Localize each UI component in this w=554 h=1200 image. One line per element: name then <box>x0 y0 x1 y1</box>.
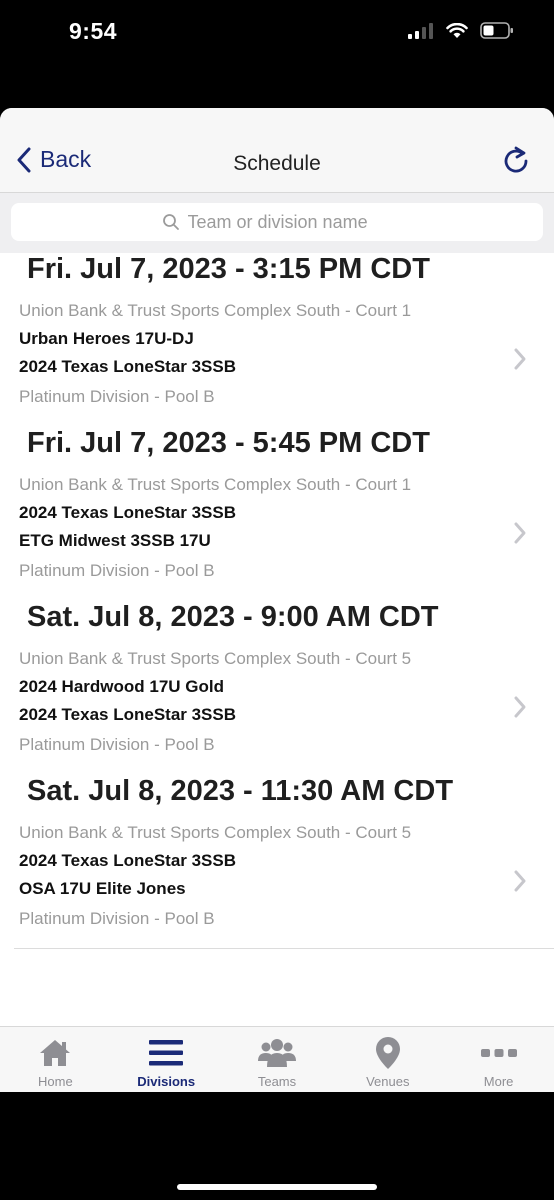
game-section: Sat. Jul 8, 2023 - 11:30 AM CDT Union Ba… <box>0 775 554 949</box>
wifi-icon <box>446 22 468 38</box>
game-row[interactable]: Union Bank & Trust Sports Complex South … <box>0 293 554 427</box>
cellular-signal-icon <box>408 22 433 39</box>
page-title: Schedule <box>233 152 321 175</box>
game-team-1: Urban Heroes 17U-DJ <box>19 329 194 348</box>
game-team-1: 2024 Hardwood 17U Gold <box>19 677 224 696</box>
ellipsis-icon <box>480 1049 517 1057</box>
tab-home[interactable]: Home <box>0 1027 111 1092</box>
game-division: Platinum Division - Pool B <box>19 909 215 928</box>
game-division: Platinum Division - Pool B <box>19 387 215 406</box>
tab-divisions-label: Divisions <box>137 1074 196 1089</box>
game-date-header: Fri. Jul 7, 2023 - 5:45 PM CDT <box>27 427 430 459</box>
game-venue: Union Bank & Trust Sports Complex South … <box>19 823 412 842</box>
tab-venues-label: Venues <box>366 1074 410 1089</box>
search-bar <box>0 193 554 253</box>
tab-teams[interactable]: Teams <box>222 1027 333 1092</box>
game-venue: Union Bank & Trust Sports Complex South … <box>19 475 412 494</box>
game-date-header: Sat. Jul 8, 2023 - 11:30 AM CDT <box>27 775 454 807</box>
game-date-header: Sat. Jul 8, 2023 - 9:00 AM CDT <box>27 601 439 633</box>
list-divider <box>14 948 554 949</box>
tab-divisions[interactable]: Divisions <box>111 1027 222 1092</box>
people-icon <box>257 1039 296 1067</box>
home-indicator <box>177 1184 377 1190</box>
tab-teams-label: Teams <box>257 1074 297 1089</box>
game-section: Fri. Jul 7, 2023 - 3:15 PM CDT Union Ban… <box>0 253 554 427</box>
game-team-1: 2024 Texas LoneStar 3SSB <box>19 851 237 870</box>
game-division: Platinum Division - Pool B <box>19 561 215 580</box>
tab-home-label: Home <box>38 1074 73 1089</box>
search-icon <box>162 214 179 230</box>
search-field[interactable] <box>11 203 543 241</box>
game-division: Platinum Division - Pool B <box>19 735 215 754</box>
game-team-2: OSA 17U Elite Jones <box>19 879 186 898</box>
game-row[interactable]: Union Bank & Trust Sports Complex South … <box>0 641 554 775</box>
game-section: Fri. Jul 7, 2023 - 5:45 PM CDT Union Ban… <box>0 427 554 601</box>
chevron-right-icon <box>514 870 526 892</box>
game-row[interactable]: Union Bank & Trust Sports Complex South … <box>0 815 554 949</box>
game-row[interactable]: Union Bank & Trust Sports Complex South … <box>0 467 554 601</box>
app-screen: Back Schedule Fri. Jul 7, 2023 - 3:15 PM… <box>0 108 554 1092</box>
game-team-2: 2024 Texas LoneStar 3SSB <box>19 357 237 376</box>
game-venue: Union Bank & Trust Sports Complex South … <box>19 649 412 668</box>
game-team-2: ETG Midwest 3SSB 17U <box>19 531 211 550</box>
chevron-right-icon <box>514 696 526 718</box>
schedule-list: Fri. Jul 7, 2023 - 3:15 PM CDT Union Ban… <box>0 253 554 949</box>
game-team-2: 2024 Texas LoneStar 3SSB <box>19 705 237 724</box>
navigation-bar: Back Schedule <box>0 108 554 193</box>
chevron-right-icon <box>514 522 526 544</box>
status-time: 9:54 <box>69 18 118 44</box>
tab-bar: Home Divisions Teams Venues More <box>0 1026 554 1092</box>
battery-icon <box>480 22 513 39</box>
game-venue: Union Bank & Trust Sports Complex South … <box>19 301 412 320</box>
refresh-icon <box>504 146 528 173</box>
status-bar: 9:54 <box>0 0 554 108</box>
game-section: Sat. Jul 8, 2023 - 9:00 AM CDT Union Ban… <box>0 601 554 775</box>
game-team-1: 2024 Texas LoneStar 3SSB <box>19 503 237 522</box>
tab-more-label: More <box>483 1074 514 1089</box>
game-date-header: Fri. Jul 7, 2023 - 3:15 PM CDT <box>27 253 430 285</box>
tab-more[interactable]: More <box>443 1027 554 1092</box>
search-input[interactable] <box>187 211 393 233</box>
tab-venues[interactable]: Venues <box>332 1027 443 1092</box>
location-pin-icon <box>375 1037 400 1069</box>
home-icon <box>40 1040 71 1066</box>
chevron-right-icon <box>514 348 526 370</box>
status-icons <box>408 22 514 39</box>
refresh-button[interactable] <box>502 146 530 181</box>
menu-icon <box>149 1040 184 1066</box>
